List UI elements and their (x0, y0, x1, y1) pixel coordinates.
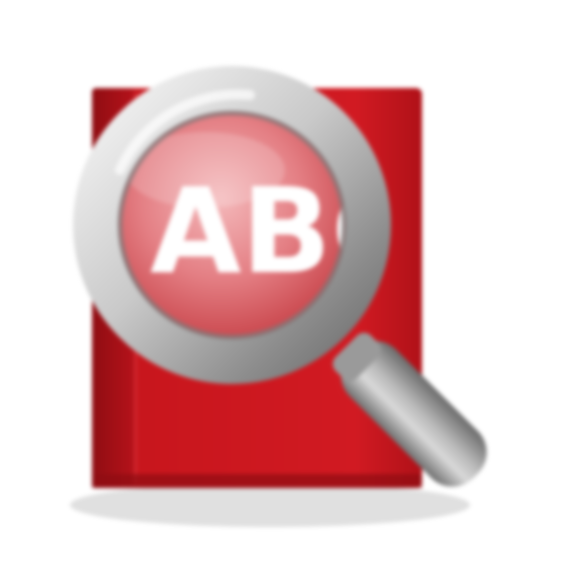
spell-check-icon: ABC (0, 0, 562, 588)
icon-graphic: ABC (70, 66, 487, 527)
book-shadow (70, 483, 470, 527)
